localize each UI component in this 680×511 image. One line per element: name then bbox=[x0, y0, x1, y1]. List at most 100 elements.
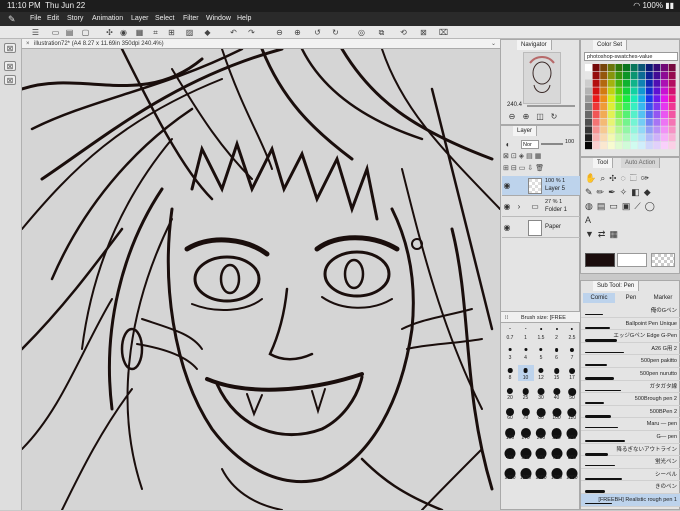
color-swatch[interactable] bbox=[615, 87, 623, 95]
color-circle-icon[interactable]: ◉ bbox=[118, 27, 129, 38]
menu-filter[interactable]: Filter bbox=[183, 12, 199, 26]
color-swatch[interactable] bbox=[585, 71, 592, 79]
color-swatch[interactable] bbox=[592, 126, 600, 134]
brush-size-option[interactable]: 20 bbox=[502, 385, 518, 401]
brush-size-option[interactable]: 30 bbox=[533, 385, 549, 401]
transform-icon[interactable]: ✣ bbox=[104, 27, 115, 38]
color-swatch[interactable] bbox=[623, 79, 630, 87]
brush-size-option[interactable]: 600 bbox=[533, 445, 549, 461]
color-swatch[interactable] bbox=[623, 118, 630, 126]
menu-animation[interactable]: Animation bbox=[92, 12, 123, 26]
brush-size-option[interactable]: 2 bbox=[549, 325, 565, 341]
panel-toggle-icon-2[interactable]: ⊠ bbox=[4, 61, 16, 71]
chevron-down-icon[interactable]: ⌄ bbox=[491, 39, 496, 49]
crop-icon[interactable]: ⌗ bbox=[150, 27, 161, 38]
brush-size-option[interactable]: 50 bbox=[564, 385, 580, 401]
color-swatch[interactable] bbox=[653, 142, 661, 150]
color-swatch[interactable] bbox=[585, 79, 592, 87]
zoom-slider[interactable] bbox=[527, 105, 575, 107]
fit-icon[interactable]: ◫ bbox=[535, 112, 545, 122]
color-swatch[interactable] bbox=[638, 134, 646, 142]
color-swatch[interactable] bbox=[592, 142, 600, 150]
eraser-icon[interactable]: ◧ bbox=[631, 187, 644, 197]
color-swatch[interactable] bbox=[615, 118, 623, 126]
color-swatch[interactable] bbox=[600, 126, 608, 134]
color-swatch[interactable] bbox=[623, 126, 630, 134]
close-panel-icon[interactable]: ⊠ bbox=[418, 27, 429, 38]
tab-comic[interactable]: Comic bbox=[583, 293, 615, 303]
mask-icon[interactable]: ▤ bbox=[526, 153, 535, 160]
transparent-color-icon[interactable]: ▦ bbox=[609, 229, 622, 239]
color-swatch[interactable] bbox=[585, 134, 592, 142]
menu-layer[interactable]: Layer bbox=[131, 12, 149, 26]
menu-help[interactable]: Help bbox=[237, 12, 251, 26]
color-swatch[interactable] bbox=[600, 110, 608, 118]
color-swatch[interactable] bbox=[653, 103, 661, 111]
fill-icon[interactable]: ◆ bbox=[644, 187, 655, 197]
pencil-icon[interactable]: ✏ bbox=[597, 187, 609, 197]
color-swatch[interactable] bbox=[638, 110, 646, 118]
blend-mode-select[interactable]: Nor bbox=[521, 140, 539, 149]
color-swatch[interactable] bbox=[661, 103, 668, 111]
color-swatch[interactable] bbox=[623, 110, 630, 118]
transform-grid-icon[interactable]: ⊞ bbox=[166, 27, 177, 38]
new-canvas-icon[interactable]: ▭ bbox=[50, 27, 61, 38]
clip-icon[interactable]: ⊡ bbox=[511, 153, 519, 160]
color-swatch[interactable] bbox=[607, 110, 615, 118]
brush-size-option[interactable]: 15 bbox=[549, 365, 565, 381]
color-swatch[interactable] bbox=[668, 126, 676, 134]
color-swatch[interactable] bbox=[615, 110, 623, 118]
color-swatch[interactable] bbox=[661, 95, 668, 103]
color-swatch[interactable] bbox=[668, 103, 676, 111]
visibility-eye-icon[interactable]: ◉ bbox=[502, 202, 512, 212]
fit-icon[interactable]: ◎ bbox=[356, 27, 367, 38]
brush-size-option[interactable]: 2.5 bbox=[564, 325, 580, 341]
brush-size-option[interactable]: 300 bbox=[564, 425, 580, 441]
pen-tool-icon[interactable]: ✎ bbox=[585, 187, 597, 197]
color-swatch[interactable] bbox=[653, 79, 661, 87]
color-swatch[interactable] bbox=[645, 79, 653, 87]
color-swatch[interactable] bbox=[668, 64, 676, 72]
color-swatch[interactable] bbox=[615, 134, 623, 142]
layer-row-folder1[interactable]: ◉ › ▭ 27 % 1 Folder 1 bbox=[502, 197, 580, 217]
text-icon[interactable]: A bbox=[585, 215, 595, 225]
color-swatch[interactable] bbox=[623, 103, 630, 111]
color-swatch[interactable] bbox=[661, 142, 668, 150]
color-swatch[interactable] bbox=[600, 64, 608, 72]
color-swatch[interactable] bbox=[661, 64, 668, 72]
color-swatch[interactable] bbox=[623, 87, 630, 95]
menu-story[interactable]: Story bbox=[67, 12, 83, 26]
opacity-slider[interactable] bbox=[541, 143, 563, 145]
color-swatch[interactable] bbox=[592, 103, 600, 111]
hamburger-menu-icon[interactable]: ☰ bbox=[30, 27, 41, 38]
menu-select[interactable]: Select bbox=[155, 12, 174, 26]
brush-item[interactable]: シーペル bbox=[581, 469, 680, 482]
color-swatch[interactable] bbox=[645, 110, 653, 118]
color-swatch[interactable] bbox=[607, 142, 615, 150]
undo-icon[interactable]: ↶ bbox=[228, 27, 239, 38]
color-swatch-grid[interactable] bbox=[585, 64, 677, 150]
color-swatch[interactable] bbox=[623, 64, 630, 72]
layer-tab[interactable]: Layer bbox=[513, 126, 538, 136]
color-swatch[interactable] bbox=[585, 87, 592, 95]
redo-icon[interactable]: ↷ bbox=[246, 27, 257, 38]
color-swatch[interactable] bbox=[592, 64, 600, 72]
rotate-right-icon[interactable]: ↻ bbox=[330, 27, 341, 38]
color-swatch[interactable] bbox=[638, 142, 646, 150]
zoom-icon[interactable]: ⌕ bbox=[600, 173, 609, 183]
color-swatch[interactable] bbox=[585, 103, 592, 111]
menu-edit[interactable]: Edit bbox=[47, 12, 59, 26]
color-swatch[interactable] bbox=[607, 87, 615, 95]
brush-size-option[interactable]: 800 bbox=[564, 445, 580, 461]
brush-size-option[interactable]: 1500 bbox=[533, 465, 549, 481]
color-swatch[interactable] bbox=[615, 126, 623, 134]
color-swatch[interactable] bbox=[653, 71, 661, 79]
color-swatch[interactable] bbox=[623, 134, 630, 142]
lock-icon[interactable]: ⊠ bbox=[503, 153, 511, 160]
airbrush-icon[interactable]: ✧ bbox=[620, 187, 632, 197]
color-swatch[interactable] bbox=[600, 134, 608, 142]
brush-size-option[interactable]: 100 bbox=[549, 405, 565, 421]
brush-size-option[interactable]: 1700 bbox=[549, 465, 565, 481]
sub-tool-tab[interactable]: Sub Tool: Pen bbox=[593, 281, 640, 291]
delete-layer-icon[interactable]: 🗑 bbox=[535, 165, 546, 172]
